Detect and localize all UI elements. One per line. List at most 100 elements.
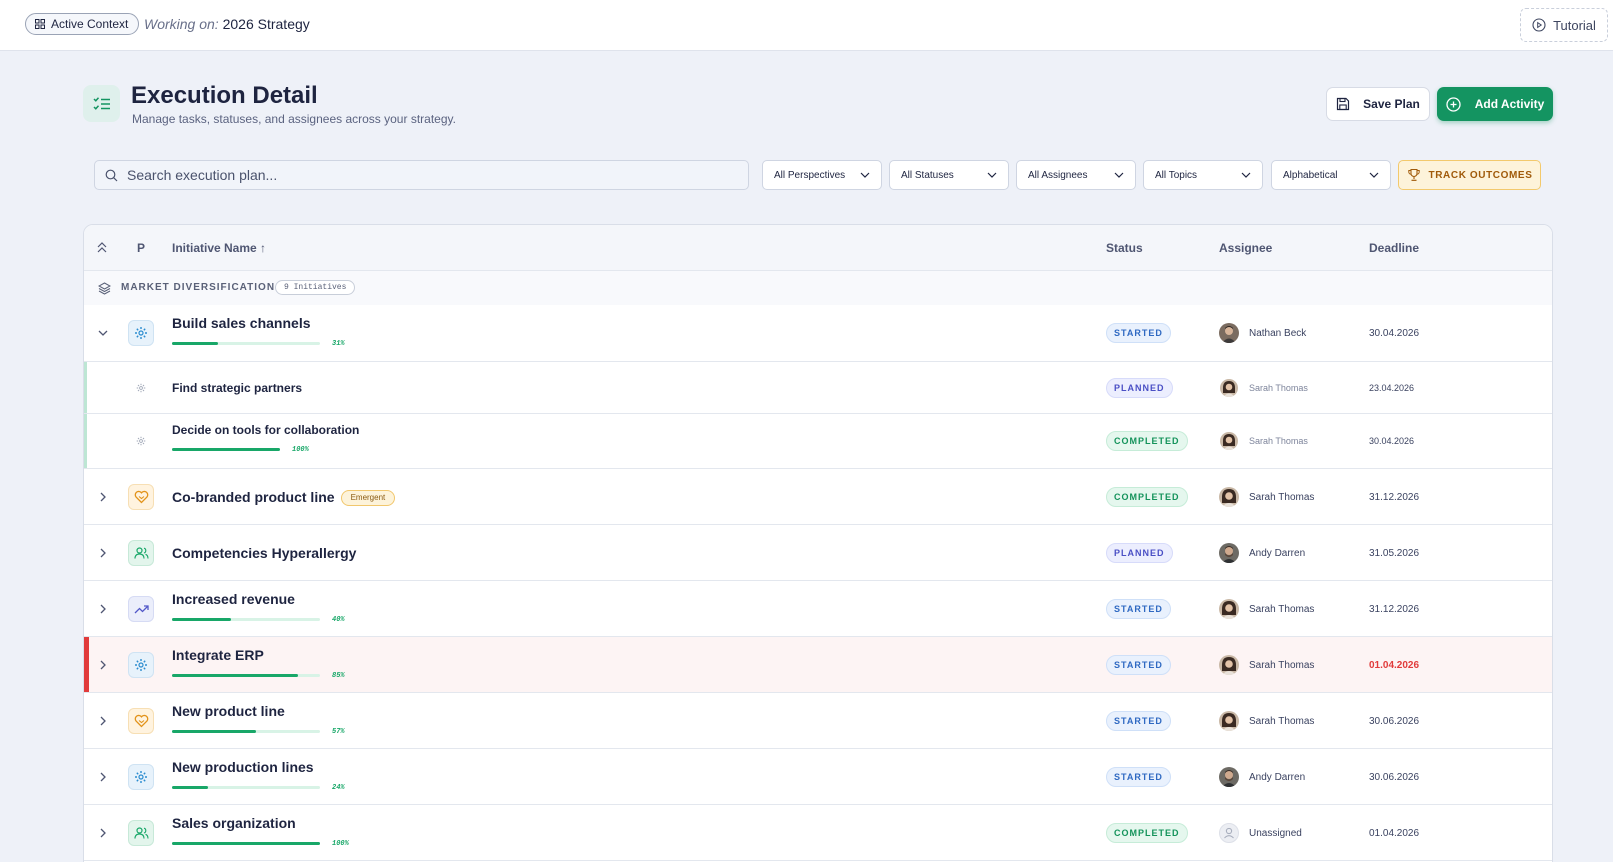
chevron-right-icon[interactable] bbox=[97, 603, 109, 615]
checklist-icon bbox=[83, 85, 120, 122]
chevron-down-icon bbox=[860, 172, 870, 178]
progress-bar bbox=[172, 448, 280, 451]
column-initiative-name[interactable]: Initiative Name ↑ bbox=[172, 241, 266, 255]
chevron-right-icon[interactable] bbox=[97, 491, 109, 503]
search-icon bbox=[105, 169, 118, 181]
layers-icon bbox=[98, 282, 111, 295]
status-badge[interactable]: STARTED bbox=[1106, 711, 1171, 731]
save-plan-label: Save Plan bbox=[1363, 97, 1420, 111]
chevron-down-icon bbox=[1241, 172, 1251, 178]
track-outcomes-label: TRACK OUTCOMES bbox=[1428, 169, 1533, 181]
chevron-down-icon bbox=[1369, 172, 1379, 178]
avatar bbox=[1219, 767, 1239, 787]
column-p: P bbox=[137, 241, 146, 255]
assignee-name: Sarah Thomas bbox=[1249, 436, 1308, 446]
search-input[interactable] bbox=[127, 167, 727, 183]
status-badge[interactable]: STARTED bbox=[1106, 767, 1171, 787]
active-context-button[interactable]: Active Context bbox=[25, 13, 140, 35]
track-outcomes-button[interactable]: TRACK OUTCOMES bbox=[1398, 160, 1541, 190]
status-badge[interactable]: STARTED bbox=[1106, 323, 1171, 343]
statuses-filter[interactable]: All Statuses bbox=[889, 160, 1009, 190]
table-row[interactable]: New product line 57% STARTED Sarah Thoma… bbox=[84, 693, 1552, 749]
chevron-right-icon[interactable] bbox=[97, 547, 109, 559]
table-row[interactable]: Sales organization 100% COMPLETED Unassi… bbox=[84, 805, 1552, 861]
table-row[interactable]: Build sales channels 31% STARTED Nathan … bbox=[84, 305, 1552, 362]
initiative-name[interactable]: Build sales channels bbox=[172, 315, 311, 331]
tutorial-label: Tutorial bbox=[1553, 17, 1596, 33]
table-row[interactable]: Co-branded product line Emergent COMPLETE… bbox=[84, 469, 1552, 525]
initiative-name-text: Co-branded product line bbox=[172, 489, 335, 505]
initiative-name[interactable]: Increased revenue bbox=[172, 591, 295, 607]
gear-icon bbox=[136, 383, 146, 393]
progress-percent: 85% bbox=[332, 672, 345, 680]
column-deadline: Deadline bbox=[1369, 241, 1420, 255]
status-badge[interactable]: STARTED bbox=[1106, 599, 1171, 619]
avatar bbox=[1219, 599, 1239, 619]
progress-bar bbox=[172, 842, 320, 845]
table-row[interactable]: Integrate ERP 85% STARTED Sarah Thomas 0… bbox=[84, 637, 1552, 693]
deadline: 31.12.2026 bbox=[1369, 492, 1420, 503]
assignee-name: Andy Darren bbox=[1249, 548, 1306, 559]
progress-bar bbox=[172, 730, 320, 733]
deadline: 31.05.2026 bbox=[1369, 548, 1420, 559]
chevron-right-icon[interactable] bbox=[97, 827, 109, 839]
initiative-name[interactable]: Find strategic partners bbox=[172, 381, 302, 395]
initiative-name[interactable]: Competencies Hyperallergy bbox=[172, 545, 356, 561]
sort-select[interactable]: Alphabetical bbox=[1271, 160, 1391, 190]
initiative-name[interactable]: New production lines bbox=[172, 759, 314, 775]
status-badge[interactable]: COMPLETED bbox=[1106, 487, 1188, 507]
chevron-down-icon bbox=[987, 172, 997, 178]
table-row[interactable]: Decide on tools for collaboration 100% C… bbox=[84, 414, 1552, 469]
collapse-all-icon[interactable] bbox=[97, 242, 107, 254]
deadline: 23.04.2026 bbox=[1369, 383, 1415, 393]
avatar bbox=[1219, 323, 1239, 343]
deadline: 30.04.2026 bbox=[1369, 328, 1420, 339]
status-badge[interactable]: STARTED bbox=[1106, 655, 1171, 675]
avatar bbox=[1220, 379, 1238, 397]
active-context-label: Active Context bbox=[51, 17, 129, 31]
perspectives-filter[interactable]: All Perspectives bbox=[762, 160, 882, 190]
avatar bbox=[1219, 711, 1239, 731]
group-name: MARKET DIVERSIFICATION bbox=[121, 282, 276, 293]
column-status: Status bbox=[1106, 241, 1143, 255]
topics-filter[interactable]: All Topics bbox=[1143, 160, 1263, 190]
chevron-right-icon[interactable] bbox=[97, 771, 109, 783]
tutorial-button[interactable]: Tutorial bbox=[1520, 8, 1608, 42]
status-badge[interactable]: COMPLETED bbox=[1106, 431, 1188, 451]
handshake-heart-icon bbox=[128, 484, 154, 510]
initiative-name[interactable]: Decide on tools for collaboration bbox=[172, 423, 359, 437]
group-header[interactable]: MARKET DIVERSIFICATION 9 Initiatives bbox=[84, 271, 1552, 305]
trending-up-icon bbox=[128, 596, 154, 622]
save-plan-button[interactable]: Save Plan bbox=[1326, 87, 1430, 121]
table-row[interactable]: Find strategic partners PLANNED Sarah Th… bbox=[84, 362, 1552, 414]
status-badge[interactable]: COMPLETED bbox=[1106, 823, 1188, 843]
initiative-name[interactable]: Co-branded product line Emergent bbox=[172, 489, 396, 506]
initiative-name[interactable]: Sales organization bbox=[172, 815, 296, 831]
chevron-right-icon[interactable] bbox=[97, 659, 109, 671]
assignees-filter[interactable]: All Assignees bbox=[1016, 160, 1136, 190]
trophy-icon bbox=[1407, 168, 1420, 181]
status-badge[interactable]: PLANNED bbox=[1106, 543, 1173, 563]
working-prefix: Working on: bbox=[144, 16, 219, 32]
gear-icon bbox=[128, 652, 154, 678]
status-badge[interactable]: PLANNED bbox=[1106, 378, 1173, 398]
table-row[interactable]: Competencies Hyperallergy PLANNED Andy D… bbox=[84, 525, 1552, 581]
table-row[interactable]: Increased revenue 40% STARTED Sarah Thom… bbox=[84, 581, 1552, 637]
working-on: Working on: 2026 Strategy bbox=[144, 16, 310, 32]
progress-bar bbox=[172, 342, 320, 345]
progress-percent: 31% bbox=[332, 340, 345, 348]
progress-bar bbox=[172, 618, 320, 621]
initiative-name[interactable]: New product line bbox=[172, 703, 285, 719]
chevron-right-icon[interactable] bbox=[97, 715, 109, 727]
deadline: 31.12.2026 bbox=[1369, 604, 1420, 615]
initiative-name[interactable]: Integrate ERP bbox=[172, 647, 264, 663]
progress-percent: 24% bbox=[332, 784, 345, 792]
working-value: 2026 Strategy bbox=[222, 16, 310, 32]
assignees-filter-label: All Assignees bbox=[1028, 169, 1088, 181]
gear-icon bbox=[136, 436, 146, 446]
assignee-name: Sarah Thomas bbox=[1249, 492, 1315, 503]
progress-percent: 40% bbox=[332, 616, 345, 624]
table-row[interactable]: New production lines 24% STARTED Andy Da… bbox=[84, 749, 1552, 805]
chevron-down-icon[interactable] bbox=[97, 327, 109, 339]
add-activity-button[interactable]: Add Activity bbox=[1437, 87, 1553, 121]
